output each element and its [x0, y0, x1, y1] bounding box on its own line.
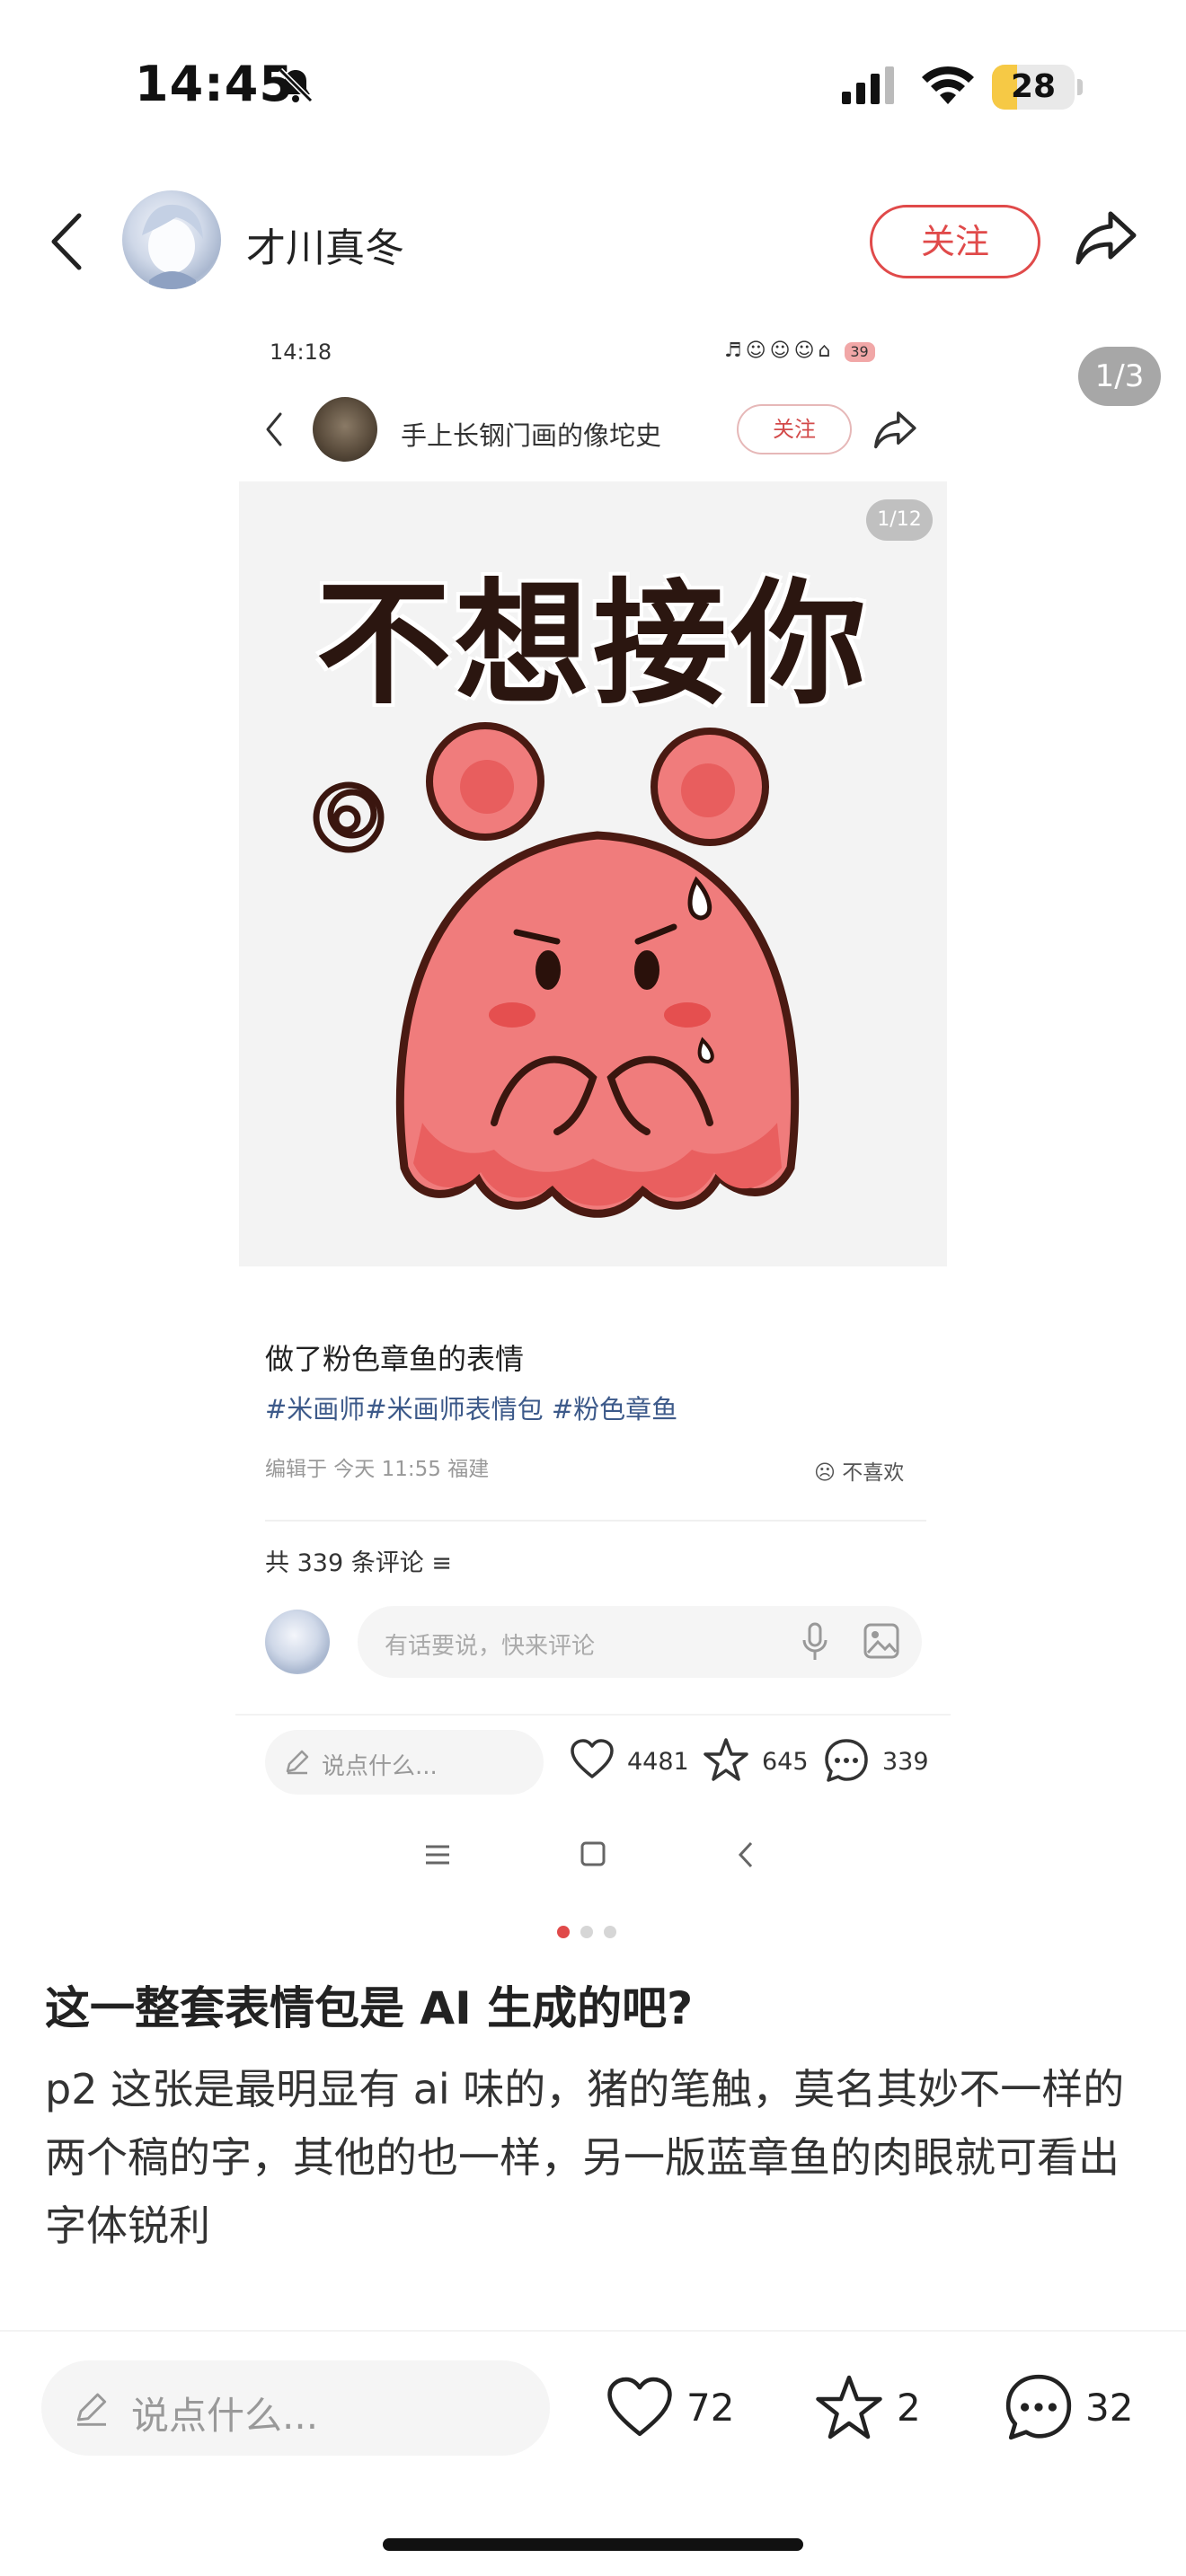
home-indicator[interactable] — [383, 2538, 803, 2551]
signal-icon — [842, 66, 894, 104]
wifi-icon — [922, 66, 974, 104]
embedded-back-icon — [266, 412, 282, 446]
image-icon — [863, 1623, 899, 1659]
embedded-commenter-avatar — [265, 1610, 330, 1674]
embedded-follow-button: 关注 — [737, 404, 852, 454]
microphone-icon — [802, 1622, 828, 1660]
embedded-dislike-label: 不喜欢 — [842, 1461, 905, 1485]
embedded-say-placeholder: 说点什么... — [322, 1753, 438, 1780]
embedded-avatar — [313, 397, 377, 462]
comments-count[interactable]: 32 — [1085, 2386, 1133, 2430]
heart-icon[interactable] — [606, 2377, 674, 2439]
divider — [0, 2330, 1186, 2332]
comment-icon[interactable] — [1003, 2371, 1075, 2443]
embedded-post-title: 做了粉色章鱼的表情 — [265, 1342, 525, 1376]
heart-icon — [571, 1739, 614, 1778]
embedded-nav-bar — [426, 1841, 753, 1868]
comment-icon — [825, 1739, 868, 1782]
embedded-likes-count: 4481 — [627, 1748, 689, 1776]
embedded-comments-total: 339 — [882, 1748, 929, 1776]
pencil-icon — [76, 2393, 107, 2426]
divider — [265, 1520, 926, 1522]
back-chevron-icon[interactable] — [47, 212, 86, 271]
embedded-share-icon — [874, 411, 916, 449]
bell-slash-icon — [278, 67, 314, 103]
avatar[interactable] — [122, 190, 221, 289]
follow-button[interactable]: 关注 — [870, 205, 1040, 278]
star-icon — [704, 1738, 748, 1781]
embedded-status-icons: ♬☺☺☺⌂ 39 — [724, 340, 875, 362]
embedded-stars-count: 645 — [762, 1748, 809, 1776]
status-time: 14:45 — [135, 56, 294, 112]
divider — [235, 1714, 951, 1716]
star-icon[interactable] — [814, 2373, 884, 2441]
embedded-hashtags: #米画师#米画师表情包 #粉色章鱼 — [265, 1394, 678, 1425]
share-icon[interactable] — [1075, 207, 1139, 268]
post-body: p2 这张是最明显有 ai 味的，猪的笔触，莫名其妙不一样的两个稿的字，其他的也… — [45, 2065, 1125, 2250]
embedded-comment-placeholder: 有话要说，快来评论 — [385, 1633, 596, 1660]
author-name[interactable]: 才川真冬 — [246, 216, 404, 273]
pencil-icon — [286, 1750, 309, 1775]
battery-icon: 28 — [992, 65, 1075, 110]
battery-tip — [1077, 79, 1083, 95]
carousel-dot — [604, 1926, 616, 1938]
carousel-dots — [557, 1926, 629, 1938]
carousel-dot-active — [557, 1926, 570, 1938]
embedded-dislike-button: ☹ 不喜欢 — [814, 1455, 904, 1486]
image-counter-badge: 1/3 — [1078, 347, 1161, 406]
embedded-comments-count: 共 339 条评论 ≡ — [265, 1549, 452, 1577]
embedded-author-name: 手上长钢门画的像坨史 — [401, 420, 662, 451]
sad-face-icon: ☹ — [814, 1461, 836, 1485]
battery-level: 28 — [1010, 68, 1057, 105]
embedded-status-time: 14:18 — [270, 340, 332, 365]
likes-count[interactable]: 72 — [686, 2386, 734, 2430]
sort-icon: ≡ — [431, 1549, 452, 1577]
embedded-battery: 39 — [844, 342, 875, 362]
comment-input-placeholder[interactable]: 说点什么... — [131, 2386, 318, 2440]
stars-count[interactable]: 2 — [897, 2386, 921, 2430]
pink-octopus-illustration — [313, 722, 800, 1218]
embedded-edit-info: 编辑于 今天 11:55 福建 — [265, 1458, 490, 1481]
carousel-dot — [580, 1926, 593, 1938]
post-title: 这一整套表情包是 AI 生成的吧? — [45, 1982, 694, 2034]
